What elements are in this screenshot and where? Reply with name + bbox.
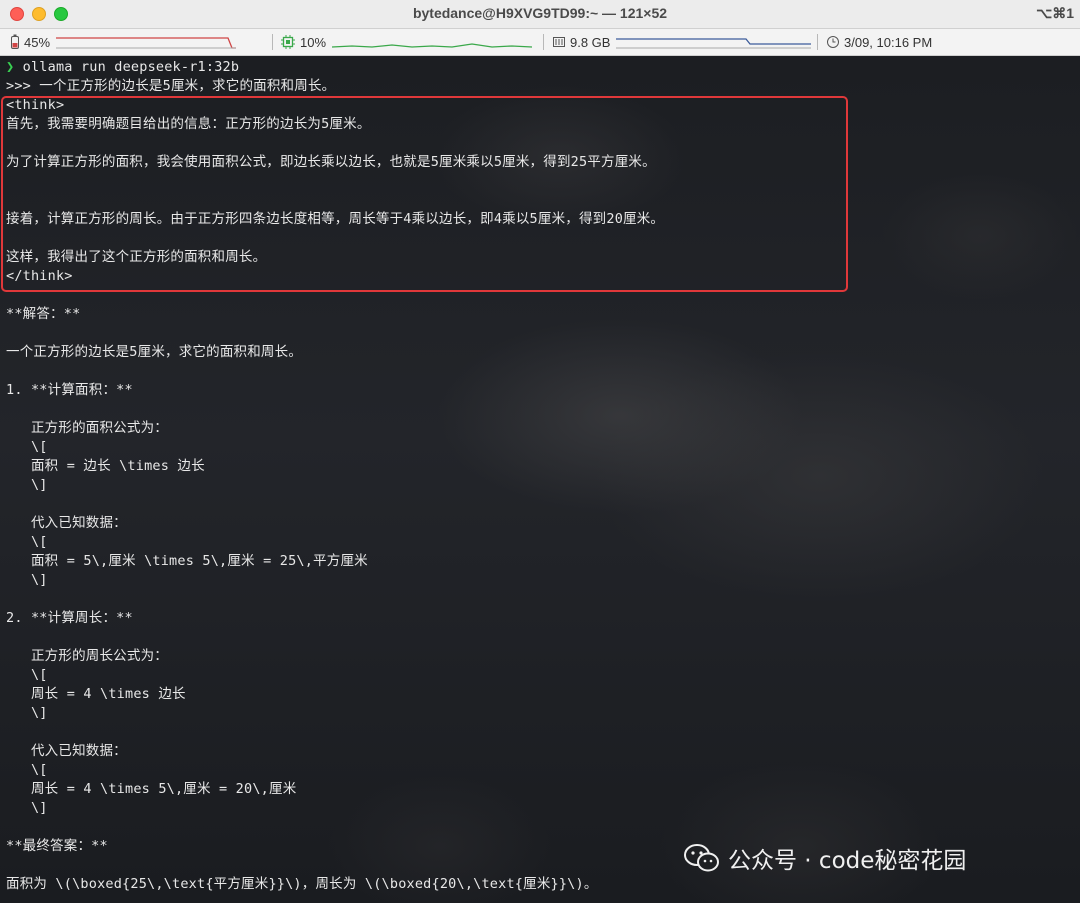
status-divider	[543, 34, 544, 50]
status-divider	[817, 34, 818, 50]
window-title: bytedance@H9XVG9TD99:~ — 121×52	[412, 5, 668, 21]
terminal-line: 代入已知数据：	[6, 743, 127, 759]
watermark: 公众号 · code秘密花园	[682, 843, 967, 874]
memory-status[interactable]: 9.8 GB	[552, 29, 812, 55]
terminal-line: 面积 = 边长 \times 边长	[6, 458, 205, 474]
terminal-line: \[	[6, 439, 48, 455]
cpu-graph	[332, 43, 533, 48]
terminal-line: >>> 一个正方形的边长是5厘米，求它的面积和周长。	[6, 78, 336, 94]
terminal-line: **解答：**	[6, 306, 81, 322]
memory-graph	[616, 38, 812, 49]
clock-status[interactable]: 3/09, 10:16 PM	[826, 29, 932, 55]
memory-used: 9.8 GB	[570, 34, 611, 50]
terminal-line: \[	[6, 534, 48, 550]
terminal-line: \]	[6, 800, 48, 816]
wechat-icon	[684, 844, 719, 872]
terminal-line: **最终答案：**	[6, 838, 108, 854]
status-divider	[272, 34, 273, 50]
terminal-line: 正方形的面积公式为：	[6, 420, 168, 436]
cpu-icon	[281, 35, 295, 49]
terminal-output[interactable]: ❯ ollama run deepseek-r1:32b >>> 一个正方形的边…	[0, 56, 1080, 903]
terminal-line: 2. **计算周长：**	[6, 610, 133, 626]
battery-status[interactable]: 45%	[10, 29, 237, 55]
terminal-line: 一个正方形的边长是5厘米，求它的面积和周长。	[6, 344, 303, 360]
command-line: ❯ ollama run deepseek-r1:32b	[6, 58, 664, 77]
terminal-line: 代入已知数据：	[6, 515, 127, 531]
battery-graph	[56, 37, 237, 49]
think-highlight-box	[1, 96, 848, 292]
terminal-line: 面积为 \(\boxed{25\,\text{平方厘米}}\)，周长为 \(\b…	[6, 876, 598, 892]
window-shortcut: ⌥⌘1	[1036, 5, 1074, 21]
terminal-line: 面积 = 5\,厘米 \times 5\,厘米 = 25\,平方厘米	[6, 553, 368, 569]
terminal-window: bytedance@H9XVG9TD99:~ — 121×52 ⌥⌘1 45% …	[0, 0, 1080, 903]
command-text: ollama run deepseek-r1:32b	[14, 59, 240, 75]
watermark-text: 公众号 · code秘密花园	[728, 848, 967, 874]
memory-icon	[553, 37, 565, 47]
terminal-line: \]	[6, 572, 48, 588]
terminal-line: 周长 = 4 \times 5\,厘米 = 20\,厘米	[6, 781, 297, 797]
clock-icon	[827, 36, 839, 48]
date-time: 3/09, 10:16 PM	[844, 34, 933, 50]
terminal-line: 周长 = 4 \times 边长	[6, 686, 186, 702]
cpu-percent: 10%	[300, 34, 327, 50]
battery-icon	[11, 34, 19, 49]
terminal-line: 1. **计算面积：**	[6, 382, 133, 398]
terminal-line: \]	[6, 705, 48, 721]
status-bar: 45% 10% 9.8 GB 3/09, 10:16 PM	[0, 29, 1080, 56]
terminal-line: 正方形的周长公式为：	[6, 648, 168, 664]
battery-percent: 45%	[24, 34, 51, 50]
cpu-status[interactable]: 10%	[280, 29, 533, 55]
terminal-line: \]	[6, 477, 48, 493]
terminal-line: \[	[6, 762, 48, 778]
title-bar[interactable]: bytedance@H9XVG9TD99:~ — 121×52 ⌥⌘1	[0, 0, 1080, 29]
terminal-line: \[	[6, 667, 48, 683]
